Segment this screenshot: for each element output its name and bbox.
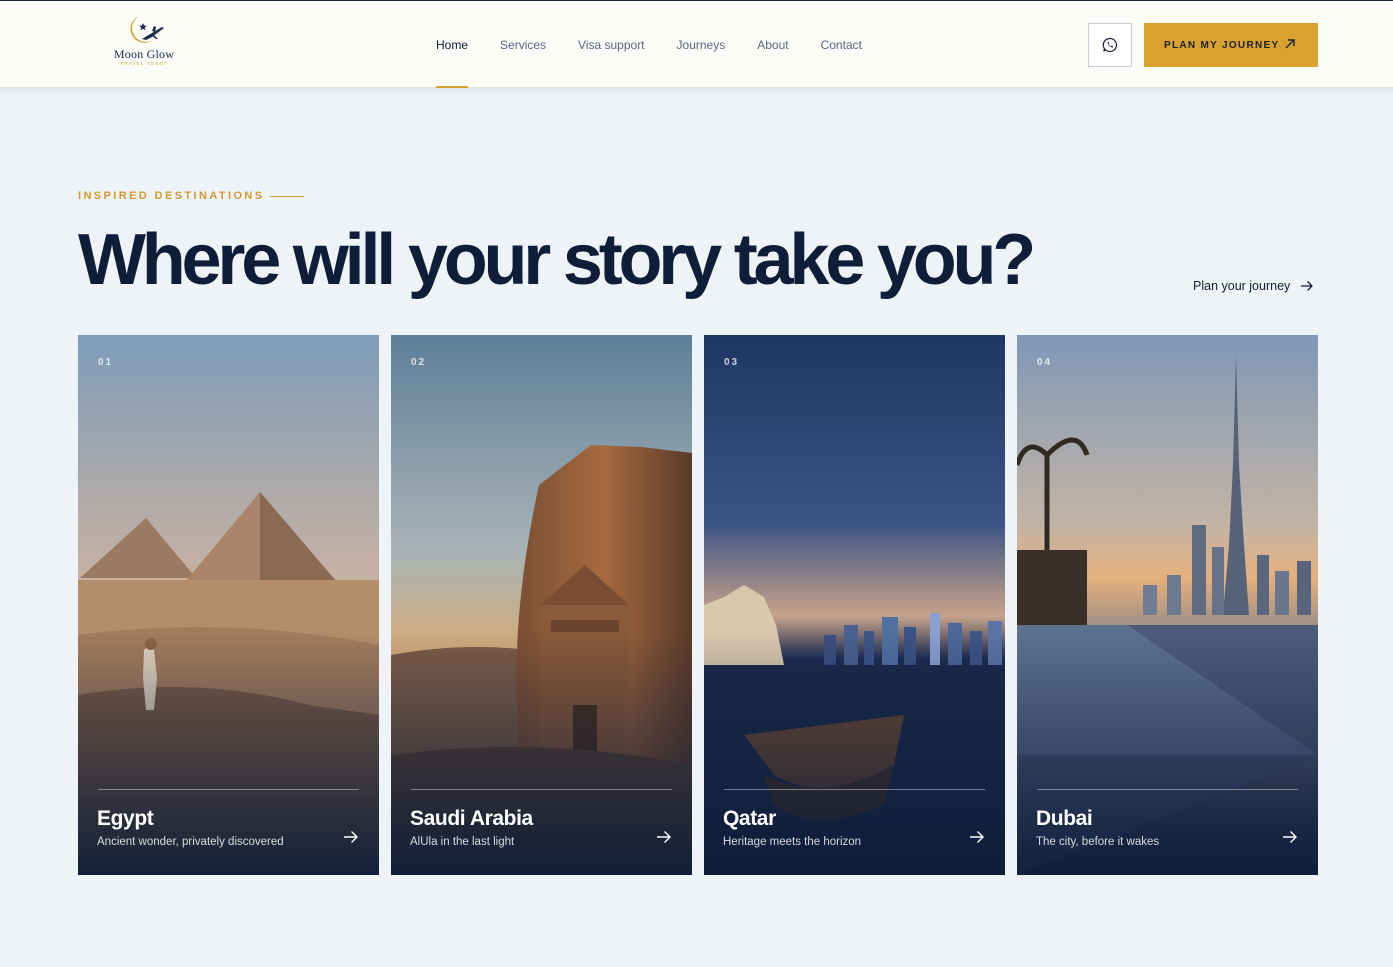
header-shadow bbox=[0, 88, 1393, 94]
site-header: Moon Glow TRAVEL AGENT Home Services Vis… bbox=[0, 0, 1393, 88]
alula-tomb-image bbox=[391, 335, 692, 875]
logo-title: Moon Glow bbox=[113, 47, 175, 61]
nav-item-journeys[interactable]: Journeys bbox=[677, 38, 726, 54]
destination-card-saudi-arabia[interactable]: 02 Saudi Arabia AlUla in the last light bbox=[391, 335, 692, 875]
card-divider bbox=[724, 789, 985, 790]
card-subtitle: The city, before it wakes bbox=[1036, 836, 1160, 848]
card-subtitle: AlUla in the last light bbox=[410, 836, 515, 848]
arrow-right-icon bbox=[1283, 831, 1297, 843]
plan-my-journey-button[interactable]: PLAN MY JOURNEY bbox=[1144, 23, 1318, 67]
destination-card-qatar[interactable]: 03 Qatar Heritage meets the horizon bbox=[704, 335, 1005, 875]
nav-item-home[interactable]: Home bbox=[436, 38, 469, 88]
plan-your-journey-link[interactable]: Plan your journey bbox=[1193, 279, 1314, 293]
card-divider bbox=[411, 789, 672, 790]
whatsapp-icon bbox=[1102, 37, 1118, 53]
arrow-right-icon bbox=[1301, 281, 1314, 291]
arrow-right-icon bbox=[970, 831, 984, 843]
card-title: Saudi Arabia bbox=[410, 807, 533, 830]
nav-item-visa-support[interactable]: Visa support bbox=[578, 38, 645, 54]
card-title: Egypt bbox=[97, 807, 154, 830]
whatsapp-button[interactable] bbox=[1088, 23, 1132, 67]
nav-item-services[interactable]: Services bbox=[500, 38, 546, 54]
card-number: 01 bbox=[98, 357, 114, 368]
logo-tagline: TRAVEL AGENT bbox=[120, 61, 168, 66]
arrow-right-icon bbox=[657, 831, 671, 843]
eyebrow-divider bbox=[270, 196, 304, 197]
destination-card-egypt[interactable]: 01 Egypt Ancient wonder, privately disco… bbox=[78, 335, 379, 875]
card-subtitle: Ancient wonder, privately discovered bbox=[97, 836, 284, 848]
arrow-right-icon bbox=[344, 831, 358, 843]
arrow-up-right-icon bbox=[1285, 39, 1295, 49]
card-number: 04 bbox=[1037, 357, 1053, 368]
brand-logo[interactable]: Moon Glow TRAVEL AGENT bbox=[104, 13, 184, 69]
card-number: 02 bbox=[411, 357, 427, 368]
card-divider bbox=[98, 789, 359, 790]
doha-harbor-image bbox=[704, 335, 1005, 875]
card-title: Dubai bbox=[1036, 807, 1093, 830]
section-eyebrow: INSPIRED DESTINATIONS bbox=[78, 190, 265, 202]
card-divider bbox=[1037, 789, 1298, 790]
card-title: Qatar bbox=[723, 807, 776, 830]
nav-item-contact[interactable]: Contact bbox=[821, 38, 862, 54]
main-nav: Home Services Visa support Journeys Abou… bbox=[436, 38, 894, 88]
destination-card-dubai[interactable]: 04 Dubai The city, before it wakes bbox=[1017, 335, 1318, 875]
card-subtitle: Heritage meets the horizon bbox=[723, 836, 862, 848]
card-number: 03 bbox=[724, 357, 740, 368]
page-title: Where will your story take you? bbox=[78, 220, 1036, 300]
crescent-moon-icon bbox=[130, 16, 164, 43]
cta-label: PLAN MY JOURNEY bbox=[1164, 39, 1280, 51]
dubai-skyline-image bbox=[1017, 335, 1318, 875]
plan-link-label: Plan your journey bbox=[1193, 279, 1291, 293]
egypt-pyramids-image bbox=[78, 335, 379, 875]
nav-item-about[interactable]: About bbox=[757, 38, 788, 54]
